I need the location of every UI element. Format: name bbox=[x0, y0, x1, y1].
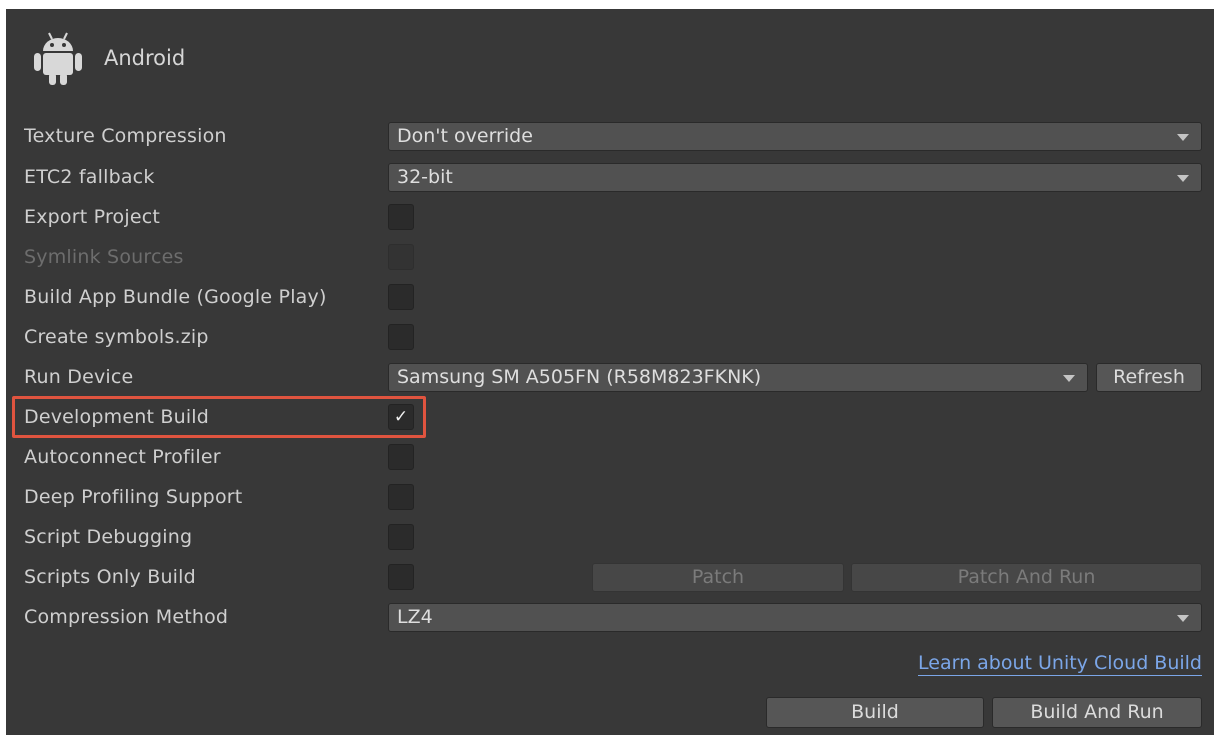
compression-method-label: Compression Method bbox=[24, 606, 229, 628]
platform-header: Android bbox=[30, 23, 185, 93]
unity-cloud-build-link[interactable]: Learn about Unity Cloud Build bbox=[918, 651, 1202, 676]
build-app-bundle-label: Build App Bundle (Google Play) bbox=[24, 286, 327, 308]
etc2-fallback-row: ETC2 fallback 32-bit bbox=[6, 157, 1214, 197]
android-icon bbox=[30, 30, 86, 86]
script-debugging-row: Script Debugging bbox=[6, 517, 1214, 557]
create-symbols-zip-label: Create symbols.zip bbox=[24, 326, 209, 348]
script-debugging-checkbox[interactable] bbox=[388, 524, 414, 550]
dropdown-arrow-icon bbox=[1177, 134, 1189, 141]
autoconnect-profiler-label: Autoconnect Profiler bbox=[24, 446, 221, 468]
refresh-button[interactable]: Refresh bbox=[1096, 363, 1202, 392]
texture-compression-label: Texture Compression bbox=[24, 125, 227, 147]
run-device-dropdown[interactable]: Samsung SM A505FN (R58M823FKNK) bbox=[388, 363, 1088, 392]
deep-profiling-row: Deep Profiling Support bbox=[6, 477, 1214, 517]
etc2-fallback-label: ETC2 fallback bbox=[24, 166, 155, 188]
checkmark-icon: ✓ bbox=[393, 407, 409, 427]
autoconnect-profiler-checkbox[interactable] bbox=[388, 444, 414, 470]
patch-button: Patch bbox=[592, 563, 844, 592]
autoconnect-profiler-row: Autoconnect Profiler bbox=[6, 437, 1214, 477]
build-settings-panel: Android Texture Compression Don't overri… bbox=[6, 9, 1214, 735]
build-app-bundle-checkbox[interactable] bbox=[388, 284, 414, 310]
patch-and-run-button: Patch And Run bbox=[851, 563, 1202, 592]
run-device-value: Samsung SM A505FN (R58M823FKNK) bbox=[397, 366, 762, 388]
etc2-fallback-dropdown[interactable]: 32-bit bbox=[388, 163, 1202, 192]
export-project-row: Export Project bbox=[6, 197, 1214, 237]
dropdown-arrow-icon bbox=[1063, 375, 1075, 382]
scripts-only-build-row: Scripts Only Build Patch Patch And Run bbox=[6, 557, 1214, 597]
build-and-run-button[interactable]: Build And Run bbox=[992, 697, 1202, 728]
compression-method-row: Compression Method LZ4 bbox=[6, 597, 1214, 637]
export-project-checkbox[interactable] bbox=[388, 204, 414, 230]
symlink-sources-row: Symlink Sources bbox=[6, 237, 1214, 277]
development-build-row: Development Build ✓ bbox=[6, 397, 1214, 437]
deep-profiling-checkbox[interactable] bbox=[388, 484, 414, 510]
dropdown-arrow-icon bbox=[1177, 615, 1189, 622]
script-debugging-label: Script Debugging bbox=[24, 526, 193, 548]
dropdown-arrow-icon bbox=[1177, 175, 1189, 182]
run-device-label: Run Device bbox=[24, 366, 134, 388]
texture-compression-dropdown[interactable]: Don't override bbox=[388, 122, 1202, 151]
build-app-bundle-row: Build App Bundle (Google Play) bbox=[6, 277, 1214, 317]
compression-method-value: LZ4 bbox=[397, 606, 433, 628]
compression-method-dropdown[interactable]: LZ4 bbox=[388, 603, 1202, 632]
scripts-only-build-checkbox[interactable] bbox=[388, 564, 414, 590]
texture-compression-value: Don't override bbox=[397, 125, 533, 147]
run-device-row: Run Device Samsung SM A505FN (R58M823FKN… bbox=[6, 357, 1214, 397]
export-project-label: Export Project bbox=[24, 206, 161, 228]
create-symbols-zip-checkbox[interactable] bbox=[388, 324, 414, 350]
etc2-fallback-value: 32-bit bbox=[397, 166, 453, 188]
texture-compression-row: Texture Compression Don't override bbox=[6, 116, 1214, 156]
build-button[interactable]: Build bbox=[766, 697, 984, 728]
create-symbols-zip-row: Create symbols.zip bbox=[6, 317, 1214, 357]
symlink-sources-label: Symlink Sources bbox=[24, 246, 184, 268]
development-build-label: Development Build bbox=[24, 406, 210, 428]
deep-profiling-label: Deep Profiling Support bbox=[24, 486, 243, 508]
scripts-only-build-label: Scripts Only Build bbox=[24, 566, 196, 588]
development-build-checkbox[interactable]: ✓ bbox=[388, 404, 414, 430]
symlink-sources-checkbox bbox=[388, 244, 414, 270]
platform-title: Android bbox=[104, 46, 186, 70]
